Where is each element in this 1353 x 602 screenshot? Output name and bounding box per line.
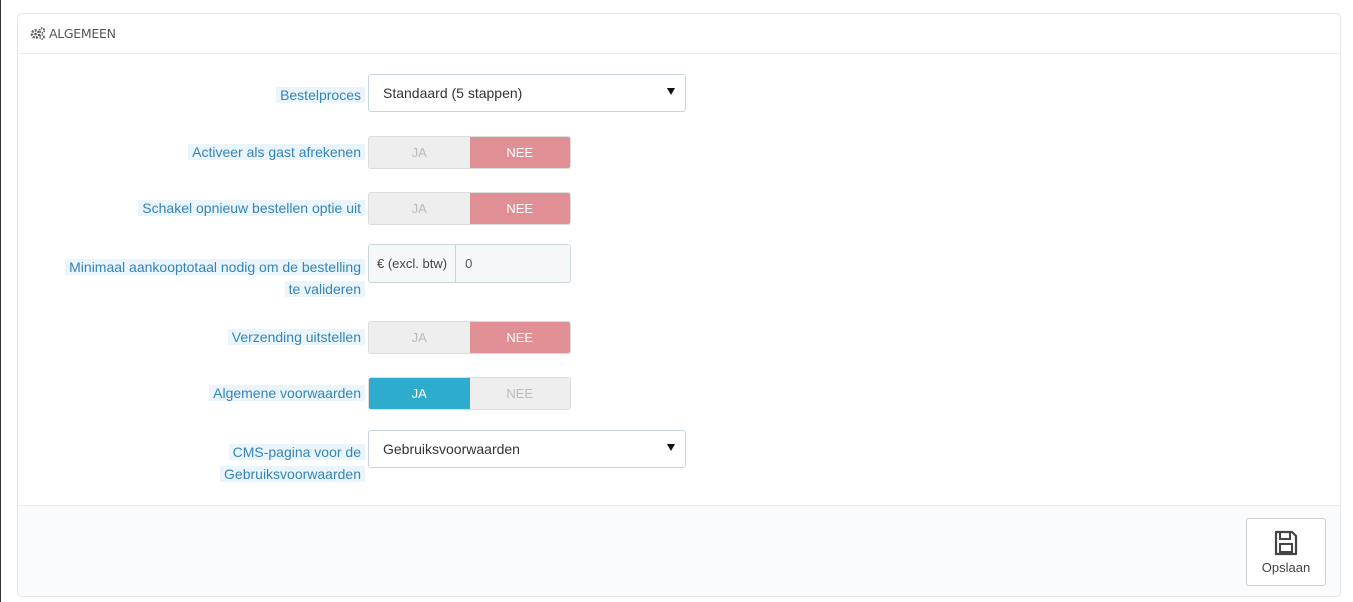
min-purchase-input-group: € (excl. btw) 0 [368,244,571,283]
delay-shipping-yes[interactable]: JA [369,322,470,353]
terms-switch[interactable]: JA NEE [368,377,571,410]
caret-down-icon [667,444,675,451]
guest-checkout-no[interactable]: NEE [469,137,570,168]
cms-page-label: CMS-pagina voor de Gebruiksvoorwaarden [165,441,365,485]
guest-checkout-switch[interactable]: JA NEE [368,136,571,169]
delay-shipping-no[interactable]: NEE [469,322,570,353]
general-settings-panel: ALGEMEEN Bestelproces Standaard (5 stapp… [17,13,1341,597]
terms-label: Algemene voorwaarden [209,383,365,404]
order-process-value: Standaard (5 stappen) [383,85,523,101]
terms-yes[interactable]: JA [369,378,470,409]
guest-checkout-label: Activeer als gast afrekenen [188,142,365,163]
delay-shipping-switch[interactable]: JA NEE [368,321,571,354]
cms-page-value: Gebruiksvoorwaarden [383,441,520,457]
save-button-label: Opslaan [1261,559,1311,575]
delay-shipping-label: Verzending uitstellen [227,327,365,348]
caret-down-icon [667,88,675,95]
reorder-option-label: Schakel opnieuw bestellen optie uit [138,198,365,219]
panel-title: ALGEMEEN [49,26,116,41]
currency-addon: € (excl. btw) [369,245,457,282]
save-button[interactable]: Opslaan [1246,518,1326,586]
save-icon [1274,530,1298,555]
order-process-select[interactable]: Standaard (5 stappen) [368,74,686,112]
guest-checkout-yes[interactable]: JA [369,137,470,168]
min-purchase-label: Minimaal aankooptotaal nodig om de beste… [55,256,365,300]
terms-no[interactable]: NEE [469,378,570,409]
panel-heading: ALGEMEEN [18,14,1340,54]
reorder-option-switch[interactable]: JA NEE [368,192,571,225]
cogs-icon [30,27,46,41]
min-purchase-input[interactable]: 0 [456,245,570,282]
reorder-option-no[interactable]: NEE [469,193,570,224]
order-process-label: Bestelproces [276,85,365,106]
panel-footer: Opslaan [18,505,1340,596]
page: ALGEMEEN Bestelproces Standaard (5 stapp… [0,0,1353,602]
cms-page-select[interactable]: Gebruiksvoorwaarden [368,430,686,468]
reorder-option-yes[interactable]: JA [369,193,470,224]
